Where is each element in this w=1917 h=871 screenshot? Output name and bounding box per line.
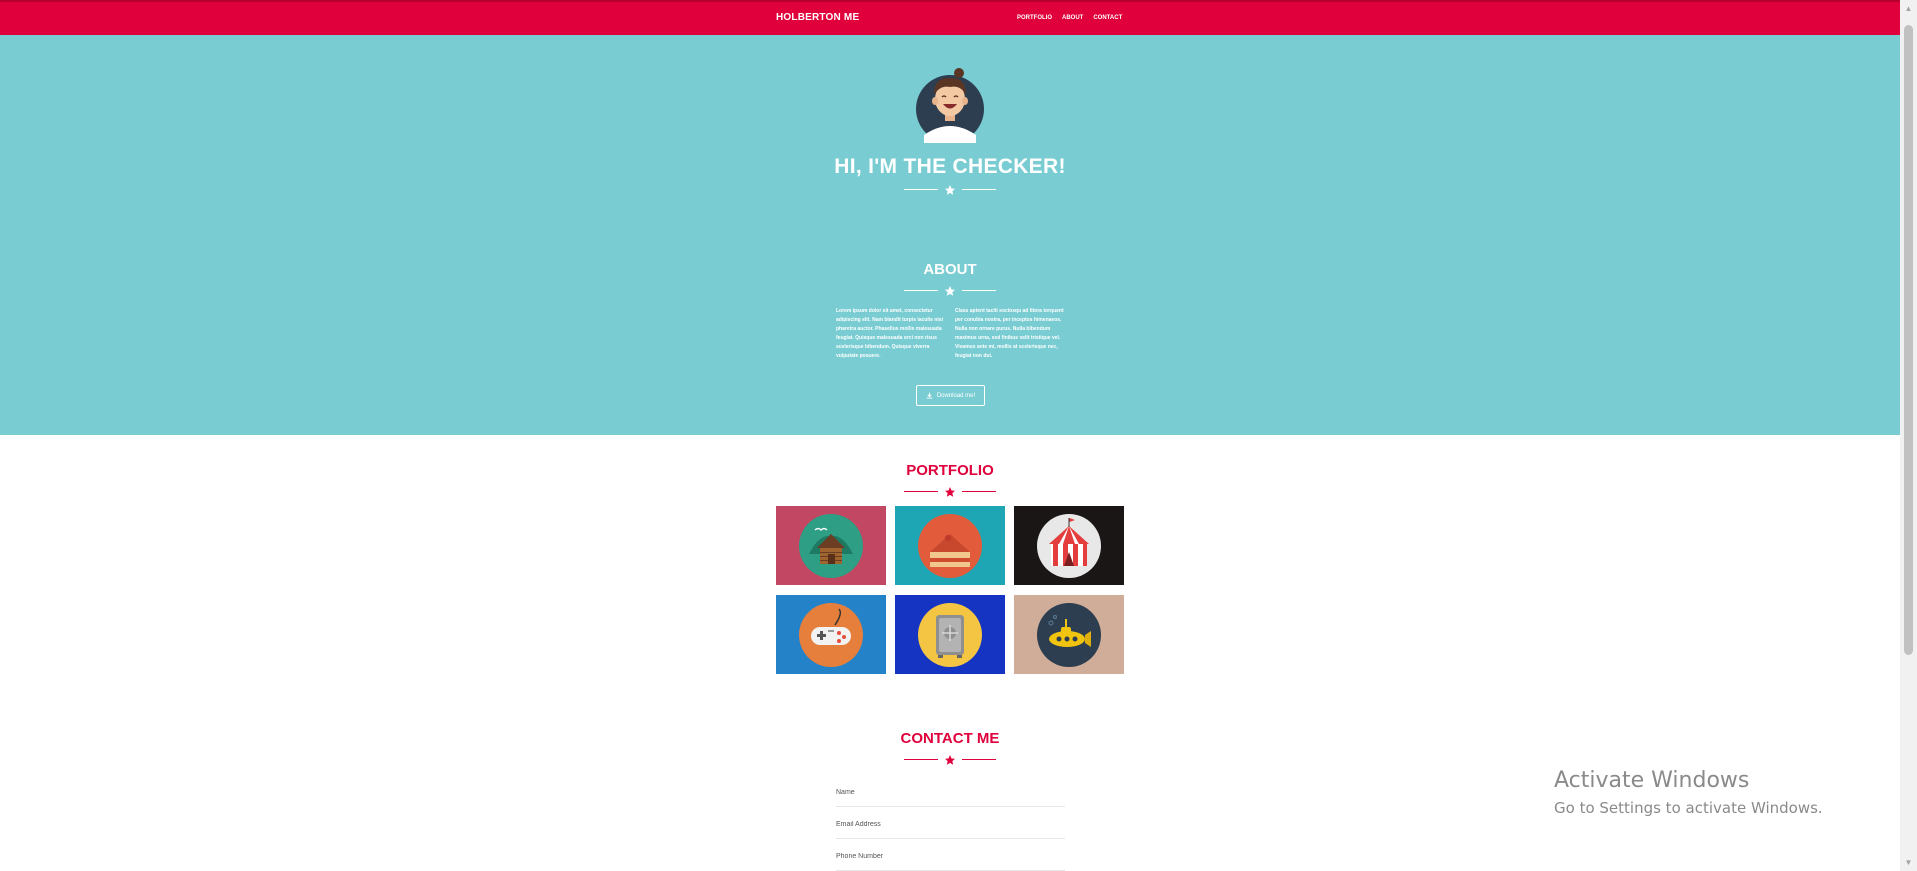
star-icon <box>945 487 955 497</box>
download-icon <box>926 392 933 399</box>
portfolio-item-submarine[interactable] <box>1014 595 1124 674</box>
download-label: Download me! <box>936 392 976 399</box>
hero-divider <box>904 184 996 196</box>
windows-activation-watermark: Activate Windows Go to Settings to activ… <box>1554 768 1823 817</box>
star-icon <box>945 286 955 296</box>
contact-title: CONTACT ME <box>900 730 1000 747</box>
portfolio-item-cake[interactable] <box>895 506 1005 585</box>
divider-line <box>904 290 938 291</box>
divider-line <box>904 189 938 190</box>
nav-link-portfolio[interactable]: PORTFOLIO <box>1017 15 1052 21</box>
name-field-wrapper <box>836 781 1065 809</box>
portfolio-item-safe[interactable] <box>895 595 1005 674</box>
scrollbar-thumb[interactable] <box>1904 25 1913 655</box>
about-text-right: Class aptent taciti sociosqu ad litora t… <box>955 308 1064 359</box>
about-text-left: Lorem ipsum dolor sit amet, consectetur … <box>836 308 943 359</box>
divider-line <box>962 491 996 492</box>
portfolio-grid <box>776 506 1124 674</box>
nav-link-about[interactable]: ABOUT <box>1062 15 1083 21</box>
safe-icon <box>918 602 982 667</box>
hero-title: HI, I'M THE CHECKER! <box>834 155 1066 178</box>
scroll-down-arrow-icon[interactable]: ▼ <box>1900 854 1917 871</box>
download-button[interactable]: Download me! <box>916 385 985 406</box>
cabin-icon <box>799 513 863 578</box>
contact-divider <box>904 754 996 766</box>
star-icon <box>945 755 955 765</box>
portfolio-item-circus[interactable] <box>1014 506 1124 585</box>
portfolio-divider <box>904 486 996 498</box>
star-icon <box>945 185 955 195</box>
about-divider <box>904 285 996 297</box>
portfolio-title: PORTFOLIO <box>906 462 994 479</box>
page-viewport: HOLBERTON ME PORTFOLIO ABOUT CONTACT HI,… <box>0 0 1900 871</box>
divider-line <box>962 759 996 760</box>
brand-link[interactable]: HOLBERTON ME <box>776 12 859 23</box>
submarine-icon <box>1037 602 1101 667</box>
divider-line <box>962 290 996 291</box>
portfolio-item-cabin[interactable] <box>776 506 886 585</box>
divider-line <box>962 189 996 190</box>
hero-section: HI, I'M THE CHECKER! ABOUT Lorem ipsum d… <box>0 35 1900 435</box>
cake-icon <box>918 513 982 578</box>
scroll-up-arrow-icon[interactable]: ▲ <box>1900 0 1917 17</box>
watermark-title: Activate Windows <box>1554 768 1750 793</box>
circus-tent-icon <box>1037 513 1101 578</box>
phone-input[interactable] <box>836 848 1065 871</box>
divider-line <box>904 759 938 760</box>
vertical-scrollbar[interactable]: ▲ ▼ <box>1900 0 1917 871</box>
name-input[interactable] <box>836 784 1065 809</box>
game-controller-icon <box>799 602 863 667</box>
nav-link-contact[interactable]: CONTACT <box>1093 15 1122 21</box>
watermark-subtitle: Go to Settings to activate Windows. <box>1554 799 1823 817</box>
navbar: HOLBERTON ME PORTFOLIO ABOUT CONTACT <box>0 0 1900 35</box>
email-field-wrapper <box>836 813 1065 841</box>
about-title: ABOUT <box>923 261 977 278</box>
divider-line <box>904 491 938 492</box>
phone-field-wrapper <box>836 845 1065 871</box>
avatar <box>916 68 984 143</box>
portfolio-item-game[interactable] <box>776 595 886 674</box>
email-input[interactable] <box>836 816 1065 841</box>
nav-links: PORTFOLIO ABOUT CONTACT <box>1017 15 1122 21</box>
